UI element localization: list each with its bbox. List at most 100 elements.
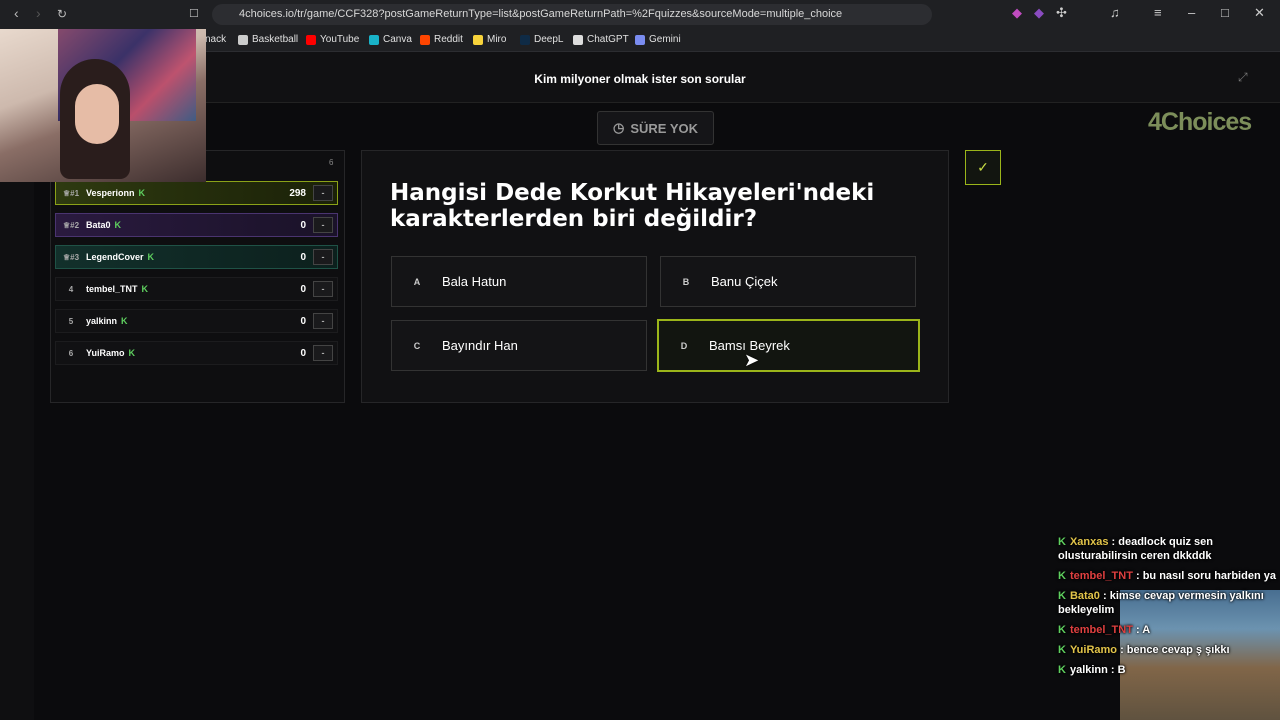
chat-message: K Bata0 : kimse cevap vermesin yalkını be…	[1058, 589, 1280, 617]
kick-badge-icon: K	[1058, 590, 1066, 602]
kick-badge-icon: K	[1058, 536, 1066, 548]
bookmark-item[interactable]: ChatGPT	[573, 34, 629, 45]
player-rank: 6	[68, 348, 74, 358]
bookmark-label: Miro	[487, 34, 507, 45]
bookmark-item[interactable]: Basketball	[238, 34, 298, 45]
bookmark-label: YouTube	[320, 34, 360, 45]
kick-badge-icon: K	[128, 348, 136, 358]
answer-d[interactable]: D Bamsı Beyrek	[657, 319, 920, 372]
answer-b[interactable]: B Banu Çiçek	[660, 256, 916, 307]
player-answer-slot: -	[313, 345, 333, 361]
extension-icon[interactable]: ◆	[1012, 5, 1022, 21]
bookmark-label: Basketball	[252, 34, 299, 45]
minimize-icon[interactable]: –	[1188, 5, 1195, 20]
player-rank: ♕#1	[62, 188, 80, 198]
bookmark-item[interactable]: Reddit	[420, 34, 463, 45]
player-name: tembel_TNT K	[86, 284, 149, 294]
submit-button[interactable]: ✓	[965, 150, 1001, 185]
chat-overlay: K Xanxas : deadlock quiz sen olusturabili…	[1058, 535, 1280, 683]
chat-username: tembel_TNT	[1069, 624, 1133, 636]
bookmark-label: nack	[205, 34, 227, 45]
clock-icon: ◷	[612, 120, 625, 135]
answer-letter: A	[413, 276, 421, 287]
bookmark-favicon-icon	[520, 34, 530, 45]
player-name: Vesperionn K	[86, 188, 146, 198]
leaderboard-row: ♕#3 LegendCover K 0-	[55, 245, 338, 269]
chat-username: Bata0	[1069, 590, 1100, 602]
answer-letter: D	[680, 340, 688, 351]
bookmark-item[interactable]: Gemini	[635, 34, 681, 45]
player-answer-slot: -	[313, 249, 333, 265]
player-count: 6	[329, 158, 334, 167]
bookmark-item[interactable]: Miro	[473, 34, 506, 45]
bookmark-item[interactable]: YouTube	[306, 34, 359, 45]
player-answer-slot: -	[313, 185, 333, 201]
chat-username: YuiRamo	[1069, 644, 1118, 656]
kick-badge-icon: K	[147, 252, 155, 262]
bookmark-favicon-icon	[306, 34, 316, 45]
answer-a[interactable]: A Bala Hatun	[391, 256, 647, 307]
bookmark-label: DeepL	[534, 34, 564, 45]
leaderboard-row: 4 tembel_TNT K 0-	[55, 277, 338, 301]
webcam-overlay	[0, 29, 206, 182]
bookmark-icon[interactable]: ☐	[189, 7, 199, 20]
fullscreen-icon[interactable]: ⤢	[1238, 70, 1248, 85]
player-score: 0	[300, 315, 306, 327]
answer-text: Bayındır Han	[442, 338, 518, 353]
player-name: yalkinn K	[86, 316, 128, 326]
logo: 4Choices	[1148, 108, 1252, 136]
question-text: Hangisi Dede Korkut Hikayeleri'ndeki kar…	[390, 180, 875, 232]
chat-message: Ktembel_TNT : A	[1058, 623, 1280, 637]
player-rank: ♕#3	[62, 252, 80, 262]
bookmark-label: Canva	[383, 34, 412, 45]
bookmark-item[interactable]: DeepL	[520, 34, 563, 45]
bookmark-favicon-icon	[238, 34, 248, 45]
player-rank: 5	[68, 316, 74, 326]
timer-badge: ◷ SÜRE YOK	[597, 111, 714, 145]
timer-label: SÜRE YOK	[630, 120, 698, 136]
back-icon[interactable]: ‹	[14, 5, 19, 21]
answer-text: Bala Hatun	[442, 274, 507, 289]
kick-badge-icon: K	[114, 220, 122, 230]
check-icon: ✓	[977, 159, 989, 175]
player-name: Bata0 K	[86, 220, 122, 230]
webcam-face	[75, 84, 119, 144]
chat-text: : B	[1107, 664, 1126, 676]
kick-badge-icon: K	[138, 188, 146, 198]
kick-badge-icon: K	[1058, 664, 1066, 676]
kick-badge-icon: K	[1058, 644, 1066, 656]
menu-icon[interactable]: ≡	[1154, 5, 1162, 20]
chat-text: : bu nasıl soru harbiden ya	[1132, 570, 1276, 582]
music-icon[interactable]: ♫	[1110, 5, 1120, 20]
player-score: 0	[300, 347, 306, 359]
answer-c[interactable]: C Bayındır Han	[391, 320, 647, 371]
player-score: 0	[300, 251, 306, 263]
puzzle-icon[interactable]: ✣	[1056, 5, 1067, 21]
player-rank: 4	[68, 284, 74, 294]
bookmark-favicon-icon	[573, 34, 583, 45]
chat-message: K YuiRamo : bence cevap ş şıkkı	[1058, 643, 1280, 657]
mouse-cursor-icon: ➤	[744, 350, 760, 370]
leaderboard-row: ♕#1 Vesperionn K 298-	[55, 181, 338, 205]
bookmark-favicon-icon	[635, 34, 645, 45]
player-answer-slot: -	[313, 217, 333, 233]
bookmark-label: Gemini	[649, 34, 681, 45]
forward-icon[interactable]: ›	[36, 5, 41, 21]
bookmark-item[interactable]: nack	[205, 34, 226, 45]
player-name: LegendCover K	[86, 252, 155, 262]
maximize-icon[interactable]: □	[1221, 5, 1229, 20]
close-icon[interactable]: ✕	[1254, 5, 1265, 21]
chat-username: yalkinn	[1069, 664, 1108, 676]
leaderboard-row: ♕#2 Bata0 K 0-	[55, 213, 338, 237]
extension-icon-2[interactable]: ◆	[1034, 5, 1044, 21]
reload-icon[interactable]: ↻	[57, 7, 67, 21]
left-rail	[0, 103, 34, 720]
kick-badge-icon: K	[141, 284, 149, 294]
chat-text: : bence cevap ş şıkkı	[1117, 644, 1230, 656]
leaderboard-row: 6 YuiRamo K 0-	[55, 341, 338, 365]
bookmark-label: ChatGPT	[587, 34, 629, 45]
bookmark-item[interactable]: Canva	[369, 34, 412, 45]
address-text[interactable]: 4choices.io/tr/game/CCF328?postGameRetur…	[239, 8, 842, 20]
bookmark-label: Reddit	[434, 34, 463, 45]
chat-username: tembel_TNT	[1069, 570, 1133, 582]
